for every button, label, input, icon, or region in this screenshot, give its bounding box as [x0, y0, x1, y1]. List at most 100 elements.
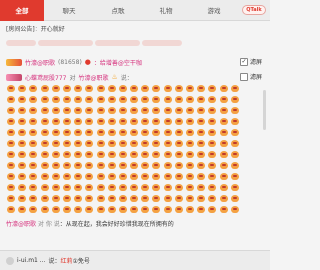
emoji-icon: [185, 182, 195, 192]
emoji-icon: [196, 83, 206, 93]
emoji-icon: [17, 94, 27, 104]
emoji-icon: [129, 160, 139, 170]
emoji-icon: [62, 116, 72, 126]
emoji-icon: [151, 171, 161, 181]
emoji-icon: [84, 204, 94, 214]
emoji-icon: [73, 171, 83, 181]
tab-all[interactable]: 全部: [0, 0, 44, 21]
emoji-icon: [51, 83, 61, 93]
emoji-icon: [84, 182, 94, 192]
target-prefix: 对: [69, 74, 76, 82]
emoji-icon: [129, 105, 139, 115]
faded-pill: [142, 39, 182, 46]
emoji-icon: [196, 94, 206, 104]
emoji-icon: [151, 138, 161, 148]
emoji-icon: [73, 204, 83, 214]
emoji-icon: [140, 171, 150, 181]
emoji-icon: [96, 94, 106, 104]
emoji-icon: [107, 149, 117, 159]
emoji-icon: [163, 94, 173, 104]
app-logo: QTalk: [238, 0, 270, 21]
emoji-icon: [230, 105, 240, 115]
emoji-icon: [6, 138, 16, 148]
emoji-icon: [174, 160, 184, 170]
channel-tabs: 全部 聊天 点歌 礼物 游戏 QTalk: [0, 0, 270, 21]
filter-label: 滤屏: [249, 59, 262, 66]
emoji-icon: [174, 171, 184, 181]
emoji-icon: [40, 204, 50, 214]
target-nick[interactable]: 竹濠@职歌: [78, 73, 108, 82]
emoji-icon: [6, 105, 16, 115]
user-nick[interactable]: 竹濠@职歌: [25, 58, 55, 67]
emoji-icon: [28, 83, 38, 93]
emoji-icon: [107, 182, 117, 192]
emoji-icon: [17, 182, 27, 192]
filter-checkbox[interactable]: [239, 72, 248, 81]
emoji-icon: [107, 138, 117, 148]
emoji-icon: [96, 83, 106, 93]
emoji-icon: [84, 94, 94, 104]
chat-line-2: 心蝶鸢屁股777 对 竹濠@职歌 ♨ 说：: [6, 71, 133, 83]
emoji-icon: [230, 138, 240, 148]
emoji-icon: [6, 204, 16, 214]
scrollbar[interactable]: [263, 90, 266, 130]
emoji-icon: [196, 193, 206, 203]
sender-nick[interactable]: 竹濠@职歌: [6, 221, 36, 228]
emoji-icon: [62, 204, 72, 214]
emoji-icon: [107, 83, 117, 93]
filter-toggle-2[interactable]: 滤屏: [239, 71, 262, 82]
emoji-icon: [51, 94, 61, 104]
emoji-icon: [219, 182, 229, 192]
emoji-icon: [51, 149, 61, 159]
emoji-icon: [207, 149, 217, 159]
emoji-icon: [28, 116, 38, 126]
chat-action: ：给增善@空干咖: [93, 59, 142, 67]
emoji-icon: [230, 116, 240, 126]
emoji-icon: [163, 149, 173, 159]
emoji-icon: [185, 105, 195, 115]
emoji-icon: [196, 127, 206, 137]
emoji-icon: [129, 193, 139, 203]
emoji-icon: [40, 83, 50, 93]
emoji-icon: [96, 193, 106, 203]
emoji-icon: [118, 105, 128, 115]
tab-chat[interactable]: 聊天: [44, 0, 94, 21]
emoji-icon: [151, 94, 161, 104]
emoji-icon: [230, 127, 240, 137]
user-nick[interactable]: 心蝶鸢屁股777: [25, 73, 66, 82]
filter-toggle-1[interactable]: ✓ 滤屏: [239, 56, 262, 67]
tab-song[interactable]: 点歌: [94, 0, 142, 21]
emoji-icon: [151, 105, 161, 115]
emoji-icon: [219, 127, 229, 137]
emoji-icon: [62, 94, 72, 104]
emoji-icon: [207, 182, 217, 192]
emoji-icon: [51, 138, 61, 148]
emoji-icon: [140, 127, 150, 137]
tab-gift[interactable]: 礼物: [142, 0, 190, 21]
emoji-icon: [28, 149, 38, 159]
emoji-icon: [140, 149, 150, 159]
emoji-icon: [207, 204, 217, 214]
emoji-icon: [174, 83, 184, 93]
emoji-icon: [185, 149, 195, 159]
emoji-icon: [151, 160, 161, 170]
emoji-icon: [151, 193, 161, 203]
emoji-icon: [40, 94, 50, 104]
emoji-icon: [40, 149, 50, 159]
emoji-icon: [17, 116, 27, 126]
emoji-icon: [185, 94, 195, 104]
footer-text: 说：红莉①免号: [49, 256, 90, 265]
emoji-icon: [185, 204, 195, 214]
emoji-icon: [230, 204, 240, 214]
emoji-icon: [62, 83, 72, 93]
direction-text: 对 你 说: [37, 221, 60, 228]
emoji-icon: [40, 193, 50, 203]
emoji-icon: [40, 127, 50, 137]
emoji-icon: [62, 105, 72, 115]
filter-checkbox[interactable]: ✓: [239, 57, 248, 66]
emoji-icon: [219, 149, 229, 159]
emoji-icon: [219, 171, 229, 181]
tab-game[interactable]: 游戏: [190, 0, 238, 21]
emoji-icon: [107, 193, 117, 203]
emoji-icon: [207, 83, 217, 93]
